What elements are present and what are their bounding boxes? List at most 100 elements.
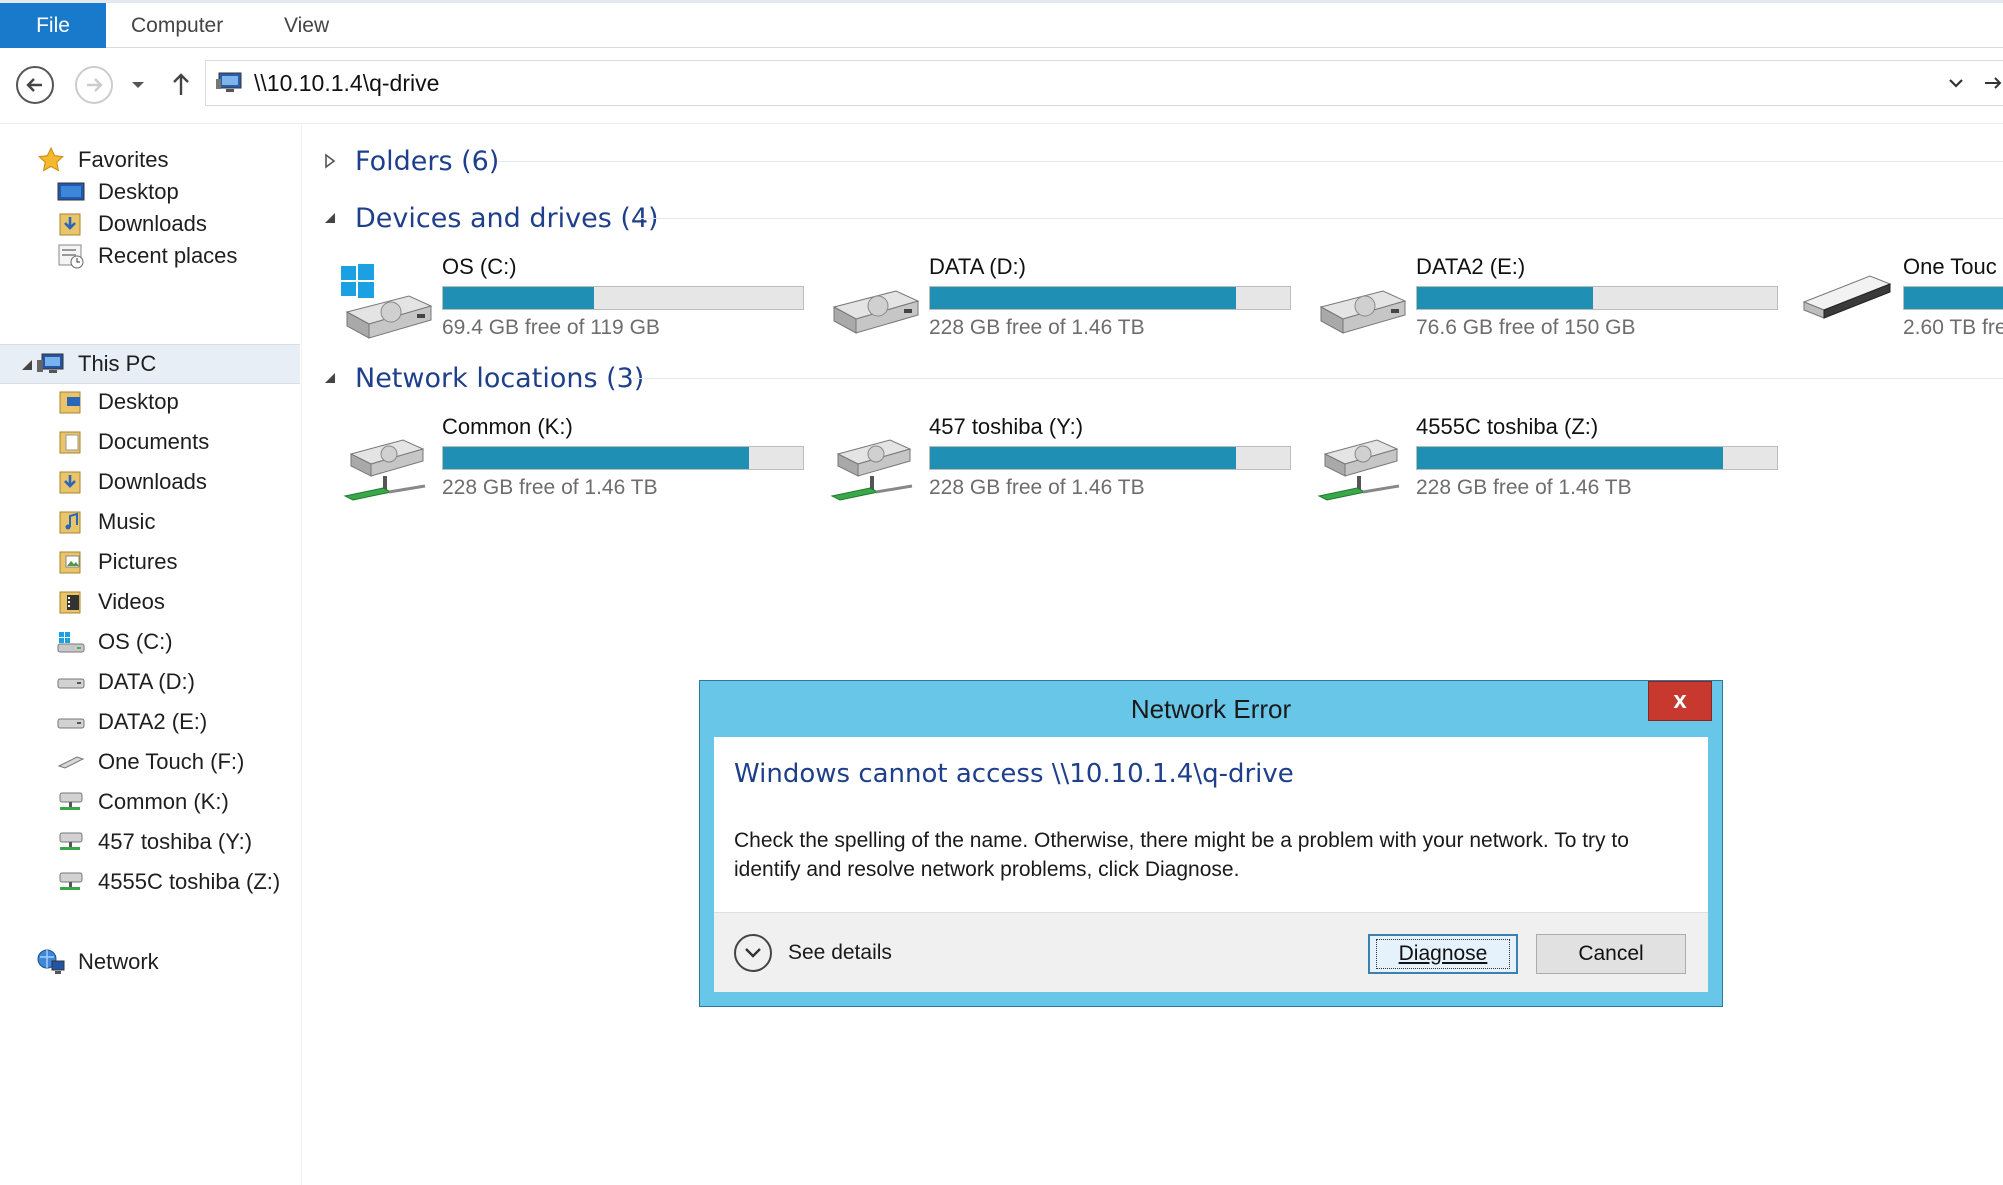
drive-tile-data2-e[interactable]: DATA2 (E:) 76.6 GB free of 150 GB xyxy=(1313,254,1793,364)
sidebar-item-457-toshiba-y[interactable]: 457 toshiba (Y:) xyxy=(56,824,252,860)
sidebar-item-favorites-desktop[interactable]: Desktop xyxy=(56,174,179,210)
documents-folder-icon xyxy=(56,427,86,457)
drive-free-space: 76.6 GB free of 150 GB xyxy=(1416,316,1636,339)
go-button[interactable] xyxy=(1984,73,2003,95)
drive-tile-one-touch-f[interactable]: One Touc 2.60 TB fre xyxy=(1800,254,2003,364)
forward-button[interactable] xyxy=(75,66,113,104)
hard-drive-icon xyxy=(826,262,921,347)
videos-folder-icon xyxy=(56,587,86,617)
expanded-arrow-icon[interactable] xyxy=(20,358,34,372)
group-divider xyxy=(498,161,2003,162)
tab-file[interactable]: File xyxy=(0,3,106,48)
sidebar-item-common-k[interactable]: Common (K:) xyxy=(56,784,229,820)
close-button[interactable]: x xyxy=(1648,681,1712,721)
group-title: Network locations (3) xyxy=(355,362,645,394)
address-history-dropdown[interactable] xyxy=(1946,73,1968,95)
network-error-dialog: Network Error x Windows cannot access \\… xyxy=(699,680,1723,1007)
external-drive-icon xyxy=(1800,262,1895,347)
sidebar-item-pictures[interactable]: Pictures xyxy=(56,544,177,580)
desktop-folder-icon xyxy=(56,387,86,417)
dialog-footer: See details Diagnose Cancel xyxy=(714,912,1708,992)
sidebar-item-favorites[interactable]: Favorites xyxy=(36,142,168,178)
sidebar-item-os-c[interactable]: OS (C:) xyxy=(56,624,173,660)
usage-bar-fill xyxy=(1904,287,2003,309)
sidebar-item-documents[interactable]: Documents xyxy=(56,424,209,460)
ribbon: File Computer View xyxy=(0,0,2003,48)
arrow-right-icon xyxy=(87,78,103,92)
sidebar-item-label: Downloads xyxy=(98,469,207,494)
sidebar-item-data2-e[interactable]: DATA2 (E:) xyxy=(56,704,207,740)
sidebar-item-label: Desktop xyxy=(98,179,179,204)
see-details-toggle[interactable]: See details xyxy=(734,933,892,973)
hard-drive-icon xyxy=(56,667,86,697)
group-title: Devices and drives (4) xyxy=(355,202,659,234)
usage-bar-fill xyxy=(443,447,749,469)
up-button[interactable] xyxy=(166,68,196,100)
dialog-heading: Windows cannot access \\10.10.1.4\q-driv… xyxy=(734,759,1294,789)
dialog-title: Network Error xyxy=(1130,693,1292,724)
sidebar-item-pc-desktop[interactable]: Desktop xyxy=(56,384,179,420)
content-pane: Folders (6) Devices and drives (4) OS (C… xyxy=(303,124,2003,1185)
sidebar-item-label: This PC xyxy=(78,351,157,376)
back-button[interactable] xyxy=(16,66,54,104)
address-bar[interactable]: \\10.10.1.4\q-drive xyxy=(205,60,2003,106)
arrow-up-icon xyxy=(173,73,189,95)
sidebar-item-label: Music xyxy=(98,509,156,534)
usage-bar-fill xyxy=(443,287,595,309)
arrow-left-icon xyxy=(26,78,42,92)
group-divider xyxy=(633,378,2003,379)
desktop-icon xyxy=(56,177,86,207)
address-path: \\10.10.1.4\q-drive xyxy=(254,70,440,96)
sidebar-item-favorites-downloads[interactable]: Downloads xyxy=(56,206,207,242)
recent-locations-button[interactable] xyxy=(127,74,149,96)
close-icon: x xyxy=(1673,687,1687,714)
expanded-arrow-icon xyxy=(321,369,339,387)
sidebar-item-label: Desktop xyxy=(98,389,179,414)
network-drive-tile-common-k[interactable]: Common (K:) 228 GB free of 1.46 TB xyxy=(339,414,819,524)
sidebar-item-label: Pictures xyxy=(98,549,178,574)
sidebar-item-label: DATA (D:) xyxy=(98,669,195,694)
drive-free-space: 2.60 TB fre xyxy=(1903,316,2003,339)
sidebar-item-label: Videos xyxy=(98,589,165,614)
network-drive-tile-4555c-toshiba-z[interactable]: 4555C toshiba (Z:) 228 GB free of 1.46 T… xyxy=(1313,414,1793,524)
drive-name: 457 toshiba (Y:) xyxy=(929,414,1084,439)
sidebar-item-videos[interactable]: Videos xyxy=(56,584,165,620)
drive-tile-os-c[interactable]: OS (C:) 69.4 GB free of 119 GB xyxy=(339,254,819,364)
network-computer-icon xyxy=(216,71,244,95)
usage-bar xyxy=(1903,286,2003,310)
sidebar-item-one-touch-f[interactable]: One Touch (F:) xyxy=(56,744,244,780)
group-header-devices[interactable]: Devices and drives (4) xyxy=(303,198,2003,238)
navigation-bar: \\10.10.1.4\q-drive xyxy=(0,48,2003,124)
sidebar-item-recent-places[interactable]: Recent places xyxy=(56,238,237,274)
cancel-button[interactable]: Cancel xyxy=(1536,934,1686,974)
network-drive-icon xyxy=(826,422,921,507)
sidebar-item-network[interactable]: Network xyxy=(36,944,159,980)
usage-bar xyxy=(929,446,1291,470)
sidebar-item-data-d[interactable]: DATA (D:) xyxy=(56,664,195,700)
sidebar-item-label: Network xyxy=(78,949,159,974)
network-drive-icon xyxy=(56,787,86,817)
cancel-label: Cancel xyxy=(1578,942,1644,965)
drive-tile-data-d[interactable]: DATA (D:) 228 GB free of 1.46 TB xyxy=(826,254,1306,364)
group-header-network-locations[interactable]: Network locations (3) xyxy=(303,358,2003,398)
group-header-folders[interactable]: Folders (6) xyxy=(303,141,2003,181)
network-drive-tile-457-toshiba-y[interactable]: 457 toshiba (Y:) 228 GB free of 1.46 TB xyxy=(826,414,1306,524)
tab-computer[interactable]: Computer xyxy=(131,3,223,48)
sidebar-item-4555c-toshiba-z[interactable]: 4555C toshiba (Z:) xyxy=(56,864,280,900)
hard-drive-icon xyxy=(56,707,86,737)
windows-drive-icon xyxy=(56,627,86,657)
tab-view[interactable]: View xyxy=(284,3,329,48)
sidebar-item-this-pc[interactable]: This PC xyxy=(36,346,156,382)
sidebar-item-pc-downloads[interactable]: Downloads xyxy=(56,464,207,500)
collapsed-arrow-icon xyxy=(321,152,339,170)
sidebar-item-label: DATA2 (E:) xyxy=(98,709,208,734)
usage-bar xyxy=(442,446,804,470)
sidebar-item-music[interactable]: Music xyxy=(56,504,155,540)
diagnose-button[interactable]: Diagnose xyxy=(1368,934,1518,974)
group-divider xyxy=(638,218,2003,219)
drive-name: 4555C toshiba (Z:) xyxy=(1416,414,1599,439)
drive-name: DATA2 (E:) xyxy=(1416,254,1526,279)
usage-bar xyxy=(442,286,804,310)
sidebar-item-label: Common (K:) xyxy=(98,789,229,814)
dialog-body: Windows cannot access \\10.10.1.4\q-driv… xyxy=(714,737,1708,912)
